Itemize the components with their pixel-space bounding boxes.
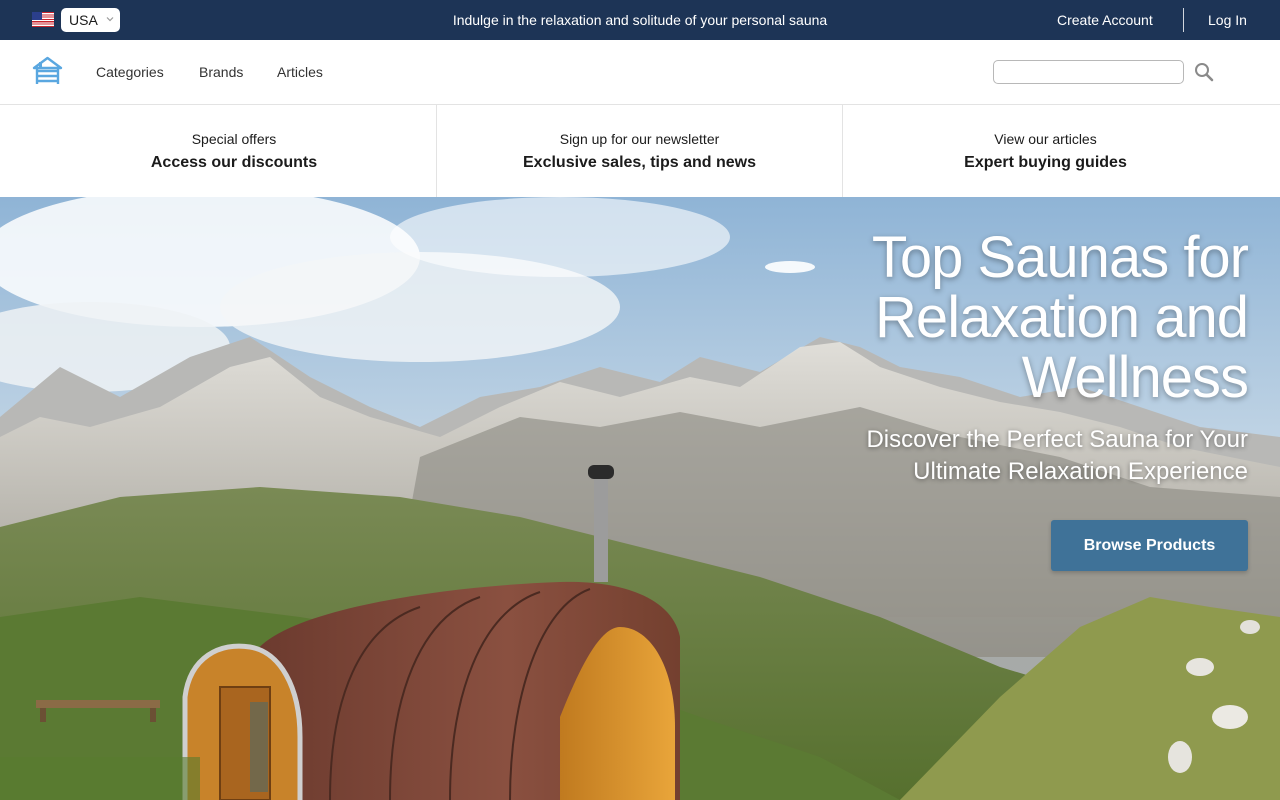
promo-small-text: Sign up for our newsletter [559,131,720,147]
house-logo-icon[interactable] [32,56,63,86]
hero-subtitle: Discover the Perfect Sauna for Your Ulti… [866,426,1248,485]
promo-newsletter[interactable]: Sign up for our newsletter Exclusive sal… [437,105,843,197]
promo-strip: Special offers Access our discounts Sign… [0,105,1280,197]
create-account-link[interactable]: Create Account [1057,0,1153,40]
hero-title: Top Saunas for Relaxation and Wellness [871,225,1249,410]
country-selector[interactable]: USA [61,8,120,32]
hero-banner: Top Saunas for Relaxation and Wellness D… [0,197,1280,800]
nav-link-brands[interactable]: Brands [199,40,243,104]
promo-articles[interactable]: View our articles Expert buying guides [843,105,1280,197]
top-announcement-bar: USA Indulge in the relaxation and solitu… [0,0,1280,40]
chevron-down-icon [106,17,114,22]
topbar-divider [1183,8,1184,32]
main-navigation: Categories Brands Articles [0,40,1280,105]
search-icon[interactable] [1193,61,1215,83]
nav-link-categories[interactable]: Categories [96,40,164,104]
search-input[interactable] [993,60,1184,84]
promo-special-offers[interactable]: Special offers Access our discounts [0,105,437,197]
promo-big-text: Exclusive sales, tips and news [523,154,756,171]
promo-small-text: Special offers [191,131,277,147]
nav-link-articles[interactable]: Articles [277,40,323,104]
country-selector-label: USA [69,12,98,28]
browse-products-button[interactable]: Browse Products [1051,520,1248,571]
promo-big-text: Access our discounts [150,154,318,171]
login-link[interactable]: Log In [1208,0,1247,40]
promo-big-text: Expert buying guides [964,154,1127,171]
us-flag-icon [32,12,54,27]
promo-small-text: View our articles [994,131,1097,147]
